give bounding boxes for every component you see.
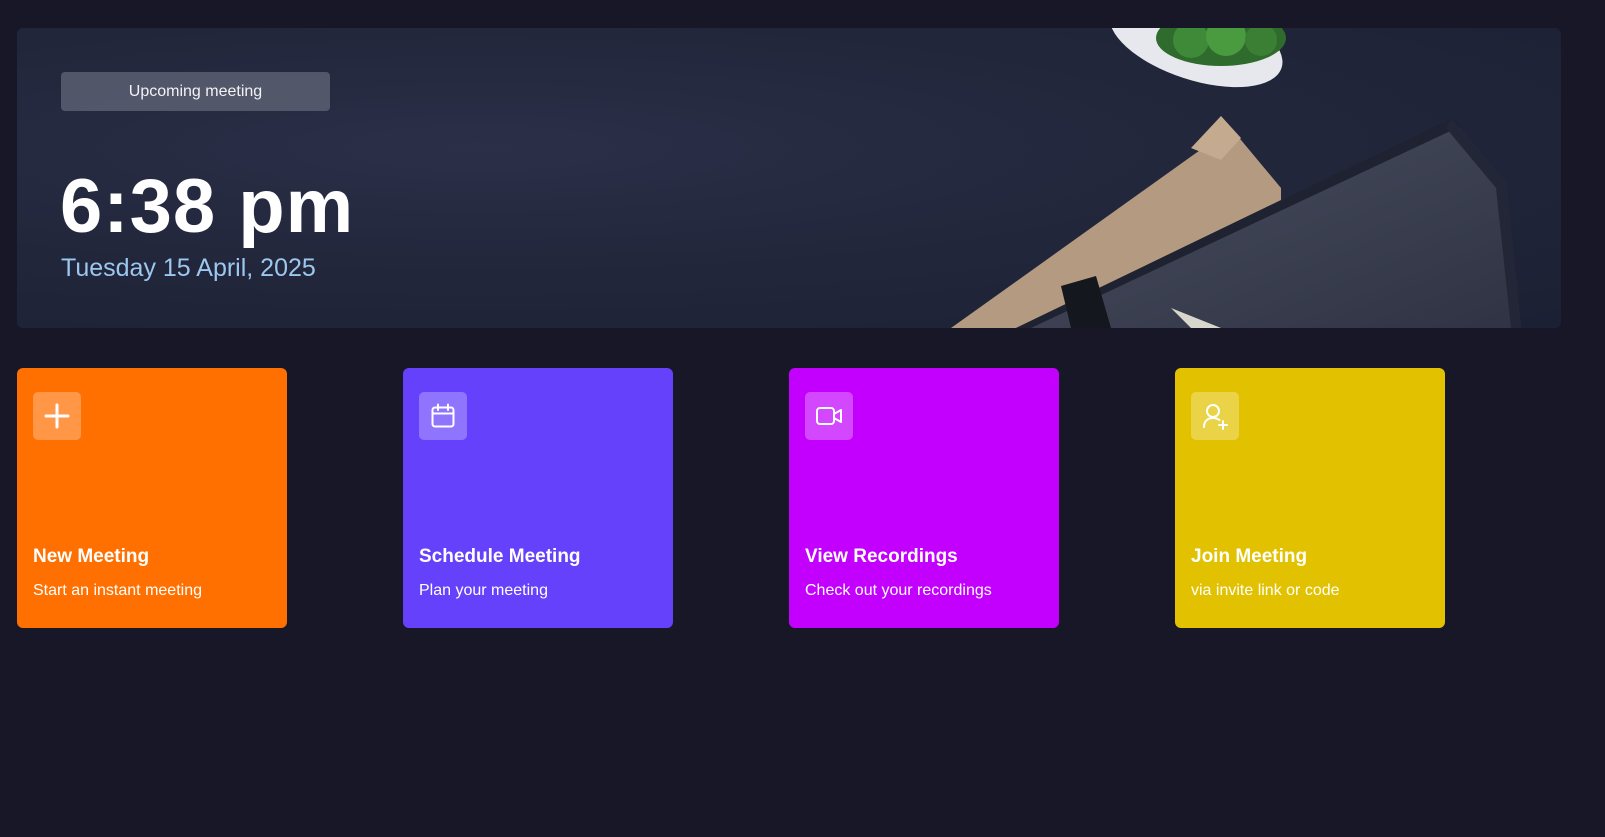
card-subtitle: Plan your meeting	[419, 582, 548, 599]
calendar-icon	[419, 392, 467, 440]
card-title: Join Meeting	[1191, 546, 1308, 567]
upcoming-meeting-badge: Upcoming meeting	[61, 72, 330, 111]
card-title: New Meeting	[33, 546, 150, 567]
desk-photo-image	[951, 28, 1521, 328]
plus-icon	[33, 392, 81, 440]
card-title: View Recordings	[805, 546, 958, 567]
schedule-meeting-card[interactable]: Schedule Meeting Plan your meeting	[403, 368, 673, 628]
card-subtitle: Start an instant meeting	[33, 582, 202, 599]
current-date: Tuesday 15 April, 2025	[61, 254, 316, 282]
card-subtitle: Check out your recordings	[805, 582, 992, 599]
user-plus-icon	[1191, 392, 1239, 440]
join-meeting-card[interactable]: Join Meeting via invite link or code	[1175, 368, 1445, 628]
home-page: Upcoming meeting 6:38 pm Tuesday 15 Apri…	[0, 0, 1605, 837]
new-meeting-card[interactable]: New Meeting Start an instant meeting	[17, 368, 287, 628]
card-title: Schedule Meeting	[419, 546, 581, 567]
video-icon	[805, 392, 853, 440]
view-recordings-card[interactable]: View Recordings Check out your recording…	[789, 368, 1059, 628]
hero-banner: Upcoming meeting 6:38 pm Tuesday 15 Apri…	[17, 28, 1561, 328]
current-time: 6:38 pm	[60, 164, 355, 249]
card-subtitle: via invite link or code	[1191, 582, 1340, 599]
